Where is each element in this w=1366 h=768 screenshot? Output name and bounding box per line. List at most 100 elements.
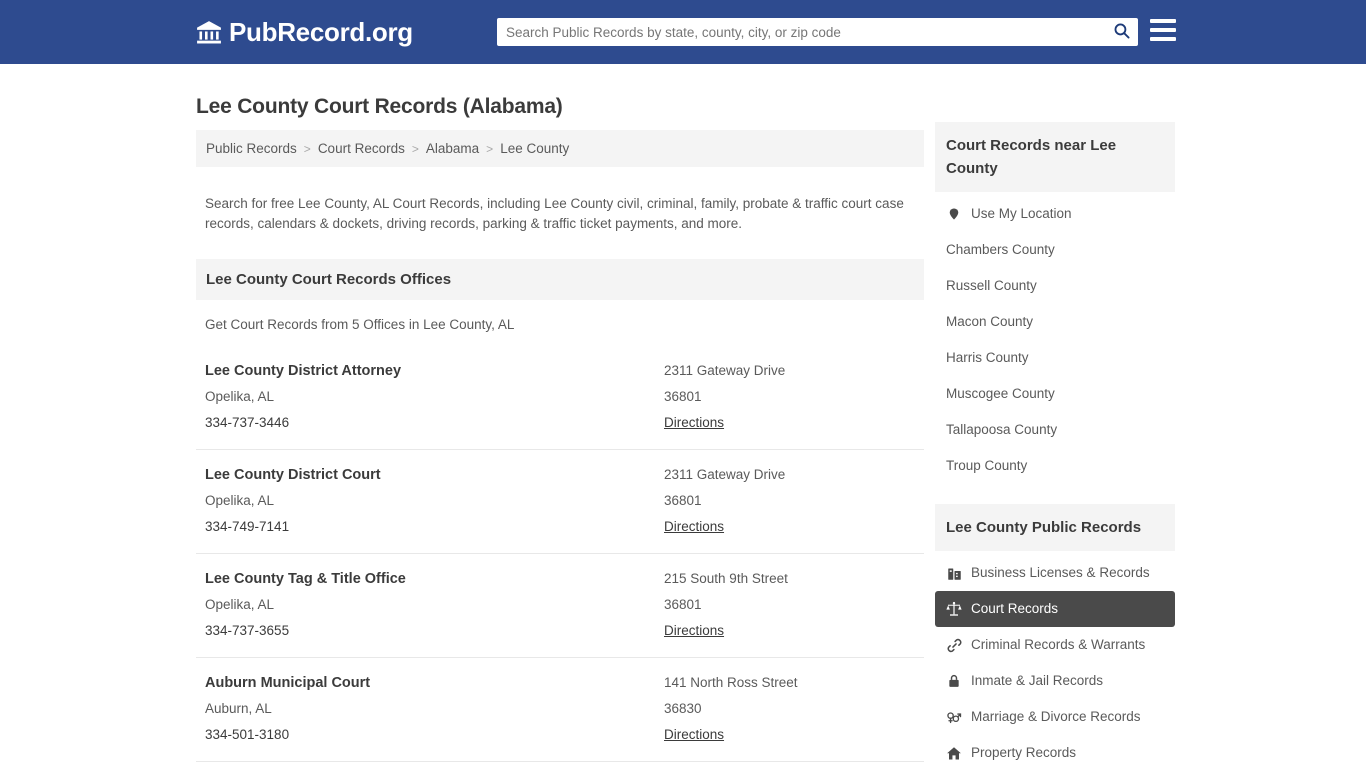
sidebar-item-business-licenses[interactable]: Business Licenses & Records	[935, 555, 1175, 591]
office-street: 2311 Gateway Drive	[664, 362, 786, 378]
office-zip: 36801	[664, 388, 702, 404]
breadcrumb-item-public-records[interactable]: Public Records	[206, 141, 297, 156]
office-street: 215 South 9th Street	[664, 570, 788, 586]
breadcrumb-item-court-records[interactable]: Court Records	[318, 141, 405, 156]
offices-list: Lee County District Attorney Opelika, AL…	[196, 346, 924, 768]
office-city: Auburn, AL	[205, 700, 272, 716]
search-button[interactable]	[1104, 19, 1138, 45]
office-zip: 36801	[664, 596, 702, 612]
sidebar-item-marriage-divorce-records[interactable]: Marriage & Divorce Records	[935, 699, 1175, 735]
home-icon	[946, 745, 962, 761]
sidebar-item-label: Harris County	[946, 350, 1029, 365]
office-zip: 36801	[664, 492, 702, 508]
office-street: 2311 Gateway Drive	[664, 466, 786, 482]
link-icon	[946, 637, 962, 653]
sidebar-item-troup-county[interactable]: Troup County	[935, 448, 1175, 484]
sidebar-item-criminal-records[interactable]: Criminal Records & Warrants	[935, 627, 1175, 663]
bank-icon	[196, 19, 222, 45]
office-zip: 36830	[664, 700, 702, 716]
office-city: Opelika, AL	[205, 388, 275, 404]
sidebar-item-label: Troup County	[946, 458, 1028, 473]
breadcrumb: Public Records > Court Records > Alabama…	[196, 130, 924, 167]
search-input[interactable]	[497, 19, 1104, 45]
scales-of-justice-icon	[946, 601, 962, 617]
sidebar-item-label: Criminal Records & Warrants	[971, 637, 1146, 652]
sidebar-item-label: Inmate & Jail Records	[971, 673, 1104, 688]
public-records-list: Business Licenses & Records Court Record…	[935, 551, 1175, 768]
office-name: Lee County District Attorney	[205, 362, 402, 379]
sidebar-item-use-my-location[interactable]: Use My Location	[935, 196, 1175, 232]
office-city: Opelika, AL	[205, 596, 275, 612]
office-phone: 334-749-7141	[205, 518, 290, 534]
sidebar-item-label: Property Records	[971, 745, 1077, 760]
office-details: Auburn Municipal Court Auburn, AL 334-50…	[196, 670, 664, 748]
sidebar-item-inmate-jail-records[interactable]: Inmate & Jail Records	[935, 663, 1175, 699]
office-details: Lee County District Attorney Opelika, AL…	[196, 358, 664, 436]
offices-section-subheading: Get Court Records from 5 Offices in Lee …	[205, 316, 515, 332]
search-bar	[497, 18, 1138, 46]
table-row: Lee County District Court Opelika, AL 33…	[196, 448, 924, 553]
gender-symbols-icon	[946, 709, 962, 725]
sidebar-item-property-records[interactable]: Property Records	[935, 735, 1175, 768]
sidebar-item-label: Court Records	[971, 601, 1059, 616]
sidebar-item-tallapoosa-county[interactable]: Tallapoosa County	[935, 412, 1175, 448]
nearby-counties-list: Use My Location Chambers County Russell …	[935, 192, 1175, 484]
hamburger-bar	[1150, 37, 1176, 41]
nearby-counties-box: Court Records near Lee County Use My Loc…	[935, 122, 1175, 484]
briefcase-icon	[946, 565, 962, 581]
table-row: Lee County Tag & Title Office Opelika, A…	[196, 552, 924, 657]
office-details: Lee County District Court Opelika, AL 33…	[196, 462, 664, 540]
public-records-heading: Lee County Public Records	[935, 504, 1175, 551]
offices-section-heading: Lee County Court Records Offices	[196, 258, 924, 300]
table-row: Opelika Municipal Court Opelika, AL 334-…	[196, 760, 924, 768]
public-records-box: Lee County Public Records Business Licen…	[935, 504, 1175, 768]
office-city: Opelika, AL	[205, 492, 275, 508]
sidebar-item-label: Chambers County	[946, 242, 1055, 257]
page-title: Lee County Court Records (Alabama)	[196, 95, 563, 118]
directions-link[interactable]: Directions	[664, 410, 724, 436]
office-address: 141 North Ross Street 36830 Directions	[664, 670, 924, 748]
hamburger-bar	[1150, 28, 1176, 32]
main-content: Lee County Court Records (Alabama) Publi…	[196, 64, 924, 768]
table-row: Lee County District Attorney Opelika, AL…	[196, 346, 924, 449]
sidebar-item-court-records[interactable]: Court Records	[935, 591, 1175, 627]
sidebar-item-label: Business Licenses & Records	[971, 565, 1150, 580]
page-container: Lee County Court Records (Alabama) Publi…	[0, 64, 1366, 768]
intro-text: Search for free Lee County, AL Court Rec…	[205, 195, 904, 231]
office-phone: 334-737-3655	[205, 622, 290, 638]
office-name: Auburn Municipal Court	[205, 674, 371, 691]
sidebar-item-russell-county[interactable]: Russell County	[935, 268, 1175, 304]
office-address: 2311 Gateway Drive 36801 Directions	[664, 358, 924, 436]
office-name: Lee County District Court	[205, 466, 381, 483]
directions-link[interactable]: Directions	[664, 514, 724, 540]
office-street: 141 North Ross Street	[664, 674, 798, 690]
logo-text: PubRecord.org	[229, 16, 413, 47]
breadcrumb-separator-icon: >	[486, 141, 494, 156]
sidebar-item-label: Macon County	[946, 314, 1034, 329]
site-logo[interactable]: PubRecord.org	[196, 17, 413, 48]
sidebar-item-harris-county[interactable]: Harris County	[935, 340, 1175, 376]
office-address: 215 South 9th Street 36801 Directions	[664, 566, 924, 644]
office-address: 2311 Gateway Drive 36801 Directions	[664, 462, 924, 540]
breadcrumb-separator-icon: >	[411, 141, 419, 156]
directions-link[interactable]: Directions	[664, 722, 724, 748]
breadcrumb-item-alabama[interactable]: Alabama	[426, 141, 479, 156]
nearby-counties-heading: Court Records near Lee County	[935, 122, 1175, 192]
office-details: Lee County Tag & Title Office Opelika, A…	[196, 566, 664, 644]
map-pin-icon	[946, 206, 962, 222]
hamburger-bar	[1150, 19, 1176, 23]
office-phone: 334-501-3180	[205, 726, 290, 742]
directions-link[interactable]: Directions	[664, 618, 724, 644]
sidebar-item-chambers-county[interactable]: Chambers County	[935, 232, 1175, 268]
breadcrumb-item-lee-county[interactable]: Lee County	[500, 141, 569, 156]
sidebar-item-macon-county[interactable]: Macon County	[935, 304, 1175, 340]
lock-icon	[946, 673, 962, 689]
sidebar-item-label: Russell County	[946, 278, 1037, 293]
hamburger-menu-icon[interactable]	[1150, 19, 1176, 41]
office-name: Lee County Tag & Title Office	[205, 570, 406, 587]
sidebar-item-muscogee-county[interactable]: Muscogee County	[935, 376, 1175, 412]
sidebar-item-label: Use My Location	[971, 206, 1072, 221]
search-icon	[1113, 22, 1130, 42]
breadcrumb-separator-icon: >	[303, 141, 311, 156]
sidebar: Court Records near Lee County Use My Loc…	[935, 64, 1175, 768]
